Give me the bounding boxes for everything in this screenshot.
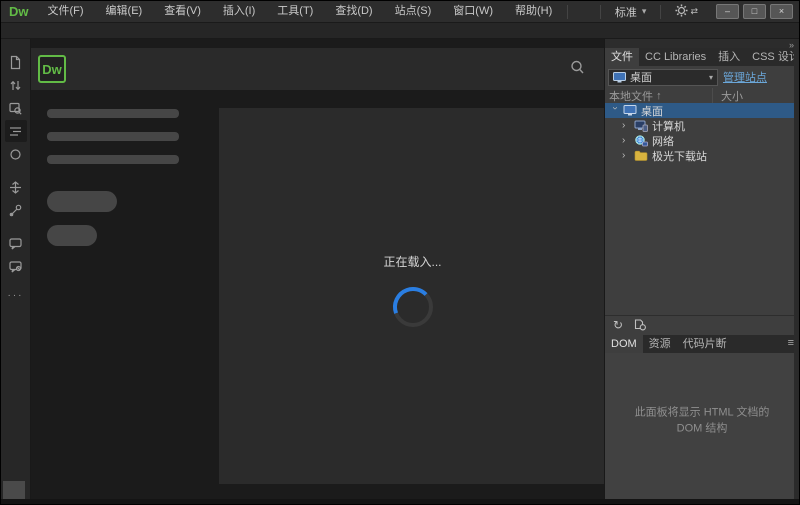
extensions-icon[interactable]	[5, 199, 27, 221]
tree-row-download-folder[interactable]: › 极光下载站	[605, 148, 799, 163]
tab-css-designer[interactable]: CSS 设计器	[746, 48, 800, 66]
menu-view[interactable]: 查看(V)	[153, 1, 212, 22]
refresh-icon[interactable]: ↻	[613, 319, 623, 331]
menu-separator	[567, 5, 568, 19]
menu-insert[interactable]: 插入(I)	[212, 1, 266, 22]
tree-row-network[interactable]: › 网络	[605, 133, 799, 148]
close-button[interactable]: ×	[770, 4, 793, 19]
tree-row-desktop[interactable]: › 桌面	[605, 103, 799, 118]
skeleton-pill	[47, 191, 117, 212]
chevron-collapsed-icon[interactable]: ›	[622, 150, 630, 161]
workspace-switcher[interactable]: 标准 ▾	[605, 4, 657, 20]
maximize-button[interactable]: □	[743, 4, 766, 19]
format-source-icon[interactable]	[5, 120, 27, 142]
file-management-icon[interactable]	[5, 74, 27, 96]
chevron-down-icon: ▾	[709, 73, 713, 82]
file-tree: › 桌面 › 计算机 › 网络 › 极光下载站	[605, 103, 799, 163]
skeleton-line	[47, 109, 179, 118]
dreamweaver-window: Dw 文件(F) 编辑(E) 查看(V) 插入(I) 工具(T) 查找(D) 站…	[0, 0, 800, 505]
comment-icon[interactable]	[5, 232, 27, 254]
loading-text: 正在载入...	[219, 253, 606, 270]
desktop-icon	[623, 105, 637, 116]
tab-snippets[interactable]: 代码片断	[677, 335, 733, 353]
tab-assets[interactable]: 资源	[643, 335, 677, 353]
window-controls: – □ ×	[716, 4, 793, 19]
minimize-button[interactable]: –	[716, 4, 739, 19]
linting-report-icon[interactable]	[5, 255, 27, 277]
sync-files-icon[interactable]	[633, 318, 647, 333]
sort-arrow-icon: ↑	[656, 90, 662, 102]
gear-icon	[675, 4, 688, 20]
folder-icon	[634, 150, 648, 161]
menu-site[interactable]: 站点(S)	[384, 1, 443, 22]
dom-placeholder-text: 此面板将显示 HTML 文档的 DOM 结构	[625, 404, 779, 437]
panel-header-strip: »	[605, 39, 799, 48]
menu-tools[interactable]: 工具(T)	[266, 1, 324, 22]
tree-label: 桌面	[641, 103, 663, 119]
skeleton-line	[47, 155, 179, 164]
chevron-expanded-icon[interactable]: ›	[610, 107, 621, 115]
tab-dom[interactable]: DOM	[605, 335, 643, 353]
tab-cc-libraries[interactable]: CC Libraries	[639, 48, 712, 66]
right-panel: » 文件 CC Libraries 插入 CSS 设计器 ≡ 桌面 ▾ 管理站点…	[604, 39, 799, 504]
dom-panel-tabs: DOM 资源 代码片断 ≡	[605, 335, 799, 353]
live-view-options-icon[interactable]	[5, 97, 27, 119]
tab-insert[interactable]: 插入	[712, 48, 746, 66]
menu-help[interactable]: 帮助(H)	[504, 1, 563, 22]
tree-label: 极光下载站	[652, 148, 707, 164]
search-icon[interactable]	[569, 59, 586, 79]
sync-arrows-icon: ⇄	[690, 6, 698, 17]
local-files-header[interactable]: 本地文件	[609, 88, 653, 104]
workspace-separator-right	[660, 5, 661, 19]
tree-row-computer[interactable]: › 计算机	[605, 118, 799, 133]
secondary-toolbar	[1, 23, 799, 39]
open-documents-icon[interactable]	[5, 51, 27, 73]
tab-files[interactable]: 文件	[605, 48, 639, 66]
left-toolbar: ···	[1, 39, 31, 504]
document-header: Dw	[31, 48, 606, 90]
site-selector-row: 桌面 ▾ 管理站点	[605, 66, 799, 88]
tree-label: 网络	[652, 133, 674, 149]
files-panel-tabs: 文件 CC Libraries 插入 CSS 设计器 ≡	[605, 48, 799, 66]
chevron-collapsed-icon[interactable]: ›	[622, 135, 630, 146]
skeleton-pill	[47, 225, 97, 246]
site-select-value: 桌面	[630, 69, 705, 85]
app-logo: Dw	[1, 4, 37, 19]
loading-spinner-icon	[219, 284, 606, 333]
manage-sites-link[interactable]: 管理站点	[723, 69, 767, 85]
menu-bar: Dw 文件(F) 编辑(E) 查看(V) 插入(I) 工具(T) 查找(D) 站…	[1, 1, 799, 23]
document-area: Dw 正在载入...	[31, 39, 606, 504]
network-icon	[634, 135, 648, 147]
file-list-headers: 本地文件 ↑ 大小	[605, 88, 799, 103]
more-tools-icon[interactable]: ···	[8, 290, 24, 301]
size-header[interactable]: 大小	[712, 88, 743, 104]
window-bottom-edge	[1, 499, 799, 504]
site-select-dropdown[interactable]: 桌面 ▾	[608, 69, 718, 86]
loading-panel: 正在载入...	[219, 108, 606, 484]
dreamweaver-logo-badge: Dw	[38, 55, 66, 83]
desktop-icon	[613, 72, 626, 83]
menu-find[interactable]: 查找(D)	[324, 1, 383, 22]
menu-window[interactable]: 窗口(W)	[442, 1, 504, 22]
shape-tool-icon[interactable]	[5, 143, 27, 165]
loading-indicator: 正在载入...	[219, 253, 606, 333]
workspace-separator-left	[600, 5, 601, 19]
menu-edit[interactable]: 编辑(E)	[95, 1, 154, 22]
tree-label: 计算机	[652, 118, 685, 134]
chevron-collapsed-icon[interactable]: ›	[622, 120, 630, 131]
files-panel-toolbar: ↻	[605, 315, 799, 335]
sync-settings-button[interactable]: ⇄	[665, 4, 708, 20]
menu-file[interactable]: 文件(F)	[37, 1, 95, 22]
skeleton-line	[47, 132, 179, 141]
computer-icon	[634, 120, 648, 132]
dom-panel-content: 此面板将显示 HTML 文档的 DOM 结构	[605, 353, 799, 505]
window-right-edge	[794, 39, 799, 499]
chevron-down-icon: ▾	[642, 6, 647, 17]
file-tree-empty-area	[605, 163, 799, 315]
fetch-expand-icon[interactable]	[5, 176, 27, 198]
workspace-label: 标准	[615, 4, 637, 20]
